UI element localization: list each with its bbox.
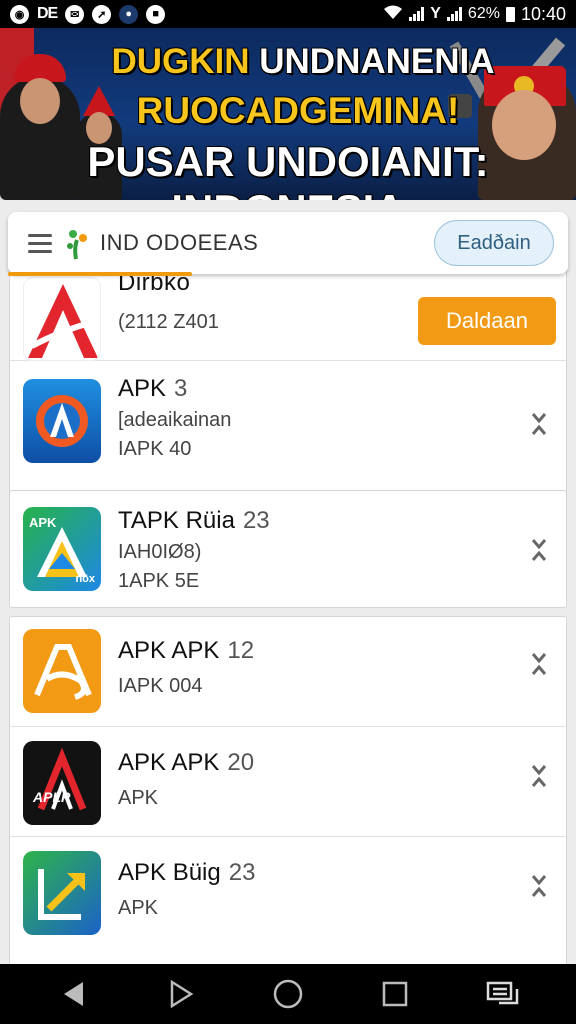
apk-box-text: nöx [75, 573, 95, 585]
red-a-app-icon [23, 277, 101, 361]
more-options-icon[interactable] [530, 537, 548, 563]
battery-icon [505, 6, 515, 22]
app-meta: APK [118, 787, 159, 809]
banner-headline-1b: UNDNANENIA [259, 42, 495, 81]
banner-headline-3: PUSAR UNDOIANIT: INDONESIA [87, 138, 489, 200]
screen-cast-icon[interactable] [482, 974, 522, 1014]
system-nav-bar [0, 964, 576, 1024]
app-list-card-2: APK APK 12 IAPK 004 APLP APK APK 20 APK [9, 616, 567, 966]
blue-a-app-icon [23, 379, 101, 463]
wifi-icon [383, 4, 403, 25]
app-name-text: APK APK [118, 749, 220, 776]
menu-icon[interactable] [28, 233, 52, 253]
list-item[interactable]: APLP APK APK 20 APK [10, 727, 566, 837]
more-options-icon[interactable] [530, 873, 548, 899]
app-header: IND ODOEEAS Eadðain [8, 212, 568, 274]
green-arrow-app-icon [23, 851, 101, 935]
app-name: APK APK 12 [118, 637, 254, 665]
compass-icon: ➚ [92, 4, 112, 24]
app-meta: [adeaikainan [118, 409, 232, 431]
app-meta-2: IAPK 40 [118, 438, 192, 460]
app-name-text: APK Büig [118, 859, 221, 886]
app-screen: ◉ DE ✉ ➚ ● ■ Y 62% 10:40 DUGKIN UNDNANEN… [0, 0, 576, 1024]
signal-2-icon [446, 7, 462, 21]
header-action-button[interactable]: Eadðain [434, 220, 554, 266]
battery-percent: 62% [467, 5, 500, 22]
app-icon: ● [119, 4, 139, 24]
browser-icon: ■ [146, 4, 166, 24]
banner-headline-1a: DUGKIN [111, 42, 250, 81]
apk-badge-text: APK [29, 515, 57, 530]
list-item[interactable]: APK APK 12 IAPK 004 [10, 617, 566, 727]
status-left-text: DE [37, 5, 58, 22]
home-icon[interactable] [268, 974, 308, 1014]
banner-headline-2: RUOCADGEMINA! [136, 90, 460, 131]
app-title: IND ODOEEAS [100, 230, 259, 255]
app-version: 20 [227, 749, 255, 776]
banner-headline-1: DUGKIN UNDNANENIA [0, 42, 576, 82]
promo-banner[interactable]: DUGKIN UNDNANENIA RUOCADGEMINA! PUSAR UN… [0, 28, 576, 200]
apk-ribbon-text: APLP [33, 789, 71, 805]
more-options-icon[interactable] [530, 763, 548, 789]
sprout-logo-icon [64, 226, 90, 260]
app-list-card-1b: APK nöx TAPK Rüia 23 IAH0IØ8) 1APK 5E [9, 490, 567, 608]
app-name-text: TAPK Rüia [118, 507, 235, 534]
network-type-icon: Y [430, 5, 441, 22]
active-tab-indicator [8, 272, 192, 276]
app-version: 12 [227, 637, 255, 664]
dark-a-app-icon: APLP [23, 741, 101, 825]
app-name: APK 3 [118, 375, 231, 403]
app-version: 23 [228, 859, 256, 886]
more-options-icon[interactable] [530, 651, 548, 677]
app-name: APK Büig 23 [118, 859, 255, 887]
signal-icon [409, 7, 425, 21]
app-name-text: APK APK [118, 637, 220, 664]
app-name: APK APK 20 [118, 749, 254, 777]
app-version: 3 [174, 375, 188, 402]
list-item[interactable]: APK 3 [adeaikainan IAPK 40 [10, 361, 566, 491]
recents-icon[interactable] [375, 974, 415, 1014]
app-meta: (2112 Z401 [118, 311, 219, 333]
status-bar: ◉ DE ✉ ➚ ● ■ Y 62% 10:40 [0, 0, 576, 28]
app-meta-2: 1APK 5E [118, 570, 200, 592]
status-right: Y 62% 10:40 [383, 4, 566, 25]
app-meta: IAH0IØ8) [118, 541, 202, 563]
app-name: TAPK Rüia 23 [118, 507, 270, 535]
back-icon[interactable] [54, 974, 94, 1014]
download-button[interactable]: Daldaan [418, 297, 556, 345]
clock: 10:40 [520, 3, 566, 24]
app-meta: APK [118, 897, 159, 919]
more-options-icon[interactable] [530, 411, 548, 437]
apk-triangle-app-icon: APK nöx [23, 507, 101, 591]
app-name-text: APK [118, 375, 167, 402]
list-item[interactable]: APK nöx TAPK Rüia 23 IAH0IØ8) 1APK 5E [10, 491, 566, 607]
list-item[interactable]: APK Büig 23 APK [10, 837, 566, 947]
app-meta: IAPK 004 [118, 675, 203, 697]
app-version: 23 [242, 507, 270, 534]
notification-icon: ◉ [10, 4, 29, 24]
orange-a-app-icon [23, 629, 101, 713]
status-left-icons: ◉ DE ✉ ➚ ● ■ [10, 4, 166, 24]
chat-icon: ✉ [65, 4, 85, 24]
play-icon[interactable] [161, 974, 201, 1014]
